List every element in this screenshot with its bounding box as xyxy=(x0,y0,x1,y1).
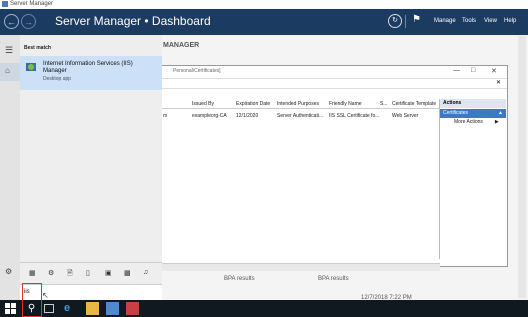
cursor-icon: ↖ xyxy=(42,291,49,300)
certificates-title-bar: Personal\Certificates] — □ ✕ xyxy=(161,66,507,79)
col-template[interactable]: Certificate Template xyxy=(392,101,436,107)
menu-tools[interactable]: Tools xyxy=(462,18,476,24)
music-filter-icon[interactable]: ♫ xyxy=(143,269,148,276)
collapse-icon[interactable]: ▲ xyxy=(498,109,503,118)
best-match-label: Best match xyxy=(24,45,51,51)
col-status[interactable]: S... xyxy=(380,101,388,107)
more-actions[interactable]: More Actions ▶ xyxy=(454,119,499,125)
edge-icon[interactable]: e xyxy=(64,302,77,315)
more-actions-label: More Actions xyxy=(454,119,483,125)
toolbar: ✕ xyxy=(161,79,507,89)
dashboard-scrollbar[interactable] xyxy=(518,36,526,298)
refresh-icon[interactable]: ↻ xyxy=(388,14,402,28)
cell-template: Web Server xyxy=(392,113,419,119)
bpa-results-1[interactable]: BPA results xyxy=(224,276,255,282)
actions-pane: Actions Certificates ▲ More Actions ▶ xyxy=(439,99,506,259)
actions-certificates-label: Certificates xyxy=(443,110,469,116)
toolbar-close-icon[interactable]: ✕ xyxy=(496,79,501,86)
folders-filter-icon[interactable]: ▯ xyxy=(86,269,90,277)
hamburger-icon[interactable]: ☰ xyxy=(5,45,13,56)
cell-issued-by: exampleorg-CA xyxy=(192,113,227,119)
home-icon[interactable]: ⌂ xyxy=(5,66,10,75)
col-friendly-name[interactable]: Friendly Name xyxy=(329,101,362,107)
file-explorer-icon[interactable] xyxy=(86,302,99,315)
forward-icon[interactable]: → xyxy=(21,14,36,29)
cell-issued-to: m xyxy=(163,113,168,119)
menu-manage[interactable]: Manage xyxy=(434,18,456,24)
search-highlight xyxy=(22,283,42,317)
documents-filter-icon[interactable]: 🗎 xyxy=(67,269,73,280)
result-type: Desktop app xyxy=(43,76,72,82)
result-name: Internet Information Services (IIS) Mana… xyxy=(43,61,133,74)
task-view-icon[interactable] xyxy=(44,304,54,313)
certificates-title: Personal\Certificates] xyxy=(173,68,221,74)
col-expiration[interactable]: Expiration Date xyxy=(236,101,270,107)
settings-icon[interactable]: ⚙ xyxy=(5,267,12,276)
title-bar: Server Manager xyxy=(0,0,528,9)
minimize-button[interactable]: — xyxy=(453,67,460,74)
dashboard-heading: MANAGER xyxy=(163,42,200,49)
cell-purposes: Server Authenticati... xyxy=(277,113,324,119)
actions-certificates[interactable]: Certificates ▲ xyxy=(440,109,506,118)
close-button[interactable]: ✕ xyxy=(491,67,497,75)
header-bar: ← → Server Manager • Dashboard ↻ ⚑ Manag… xyxy=(0,9,528,35)
server-manager-title-icon xyxy=(2,1,8,7)
photos-filter-icon[interactable]: ▣ xyxy=(105,269,112,277)
actions-header: Actions xyxy=(440,99,506,108)
breadcrumb: Server Manager • Dashboard xyxy=(55,14,211,28)
search-result-iis[interactable]: Internet Information Services (IIS) Mana… xyxy=(20,56,162,90)
settings-filter-icon[interactable]: ⚙ xyxy=(48,269,54,277)
col-purposes[interactable]: Intended Purposes xyxy=(277,101,319,107)
iis-icon xyxy=(26,63,36,71)
menu-view[interactable]: View xyxy=(484,18,497,24)
windows-icon[interactable] xyxy=(4,302,17,315)
col-issued-by[interactable]: Issued By xyxy=(192,101,214,107)
separator xyxy=(405,15,406,28)
app-icon[interactable] xyxy=(126,302,139,315)
chevron-right-icon: ▶ xyxy=(494,119,499,125)
horizontal-scrollbar[interactable] xyxy=(160,263,440,271)
menu-help[interactable]: Help xyxy=(504,18,516,24)
apps-filter-icon[interactable]: ▦ xyxy=(29,269,36,277)
back-icon[interactable]: ← xyxy=(4,14,19,29)
videos-filter-icon[interactable]: ▩ xyxy=(124,269,131,277)
start-rail: ☰ ⌂ ⚙ xyxy=(0,35,20,300)
cell-expiration: 12/1/2020 xyxy=(236,113,259,119)
bpa-results-2[interactable]: BPA results xyxy=(318,276,349,282)
window-title: Server Manager xyxy=(10,1,54,7)
maximize-button[interactable]: □ xyxy=(471,67,475,74)
certificates-window: Personal\Certificates] — □ ✕ ✕ Issued By… xyxy=(160,65,508,267)
taskbar: ⚲ e xyxy=(0,300,528,317)
cell-friendly-name: IIS SSL Certificate fo... xyxy=(329,113,380,119)
server-manager-icon[interactable] xyxy=(106,302,119,315)
filter-bar: ▦ ⚙ 🗎 ▯ ▣ ▩ ♫ xyxy=(20,262,162,285)
flag-icon[interactable]: ⚑ xyxy=(412,14,421,25)
